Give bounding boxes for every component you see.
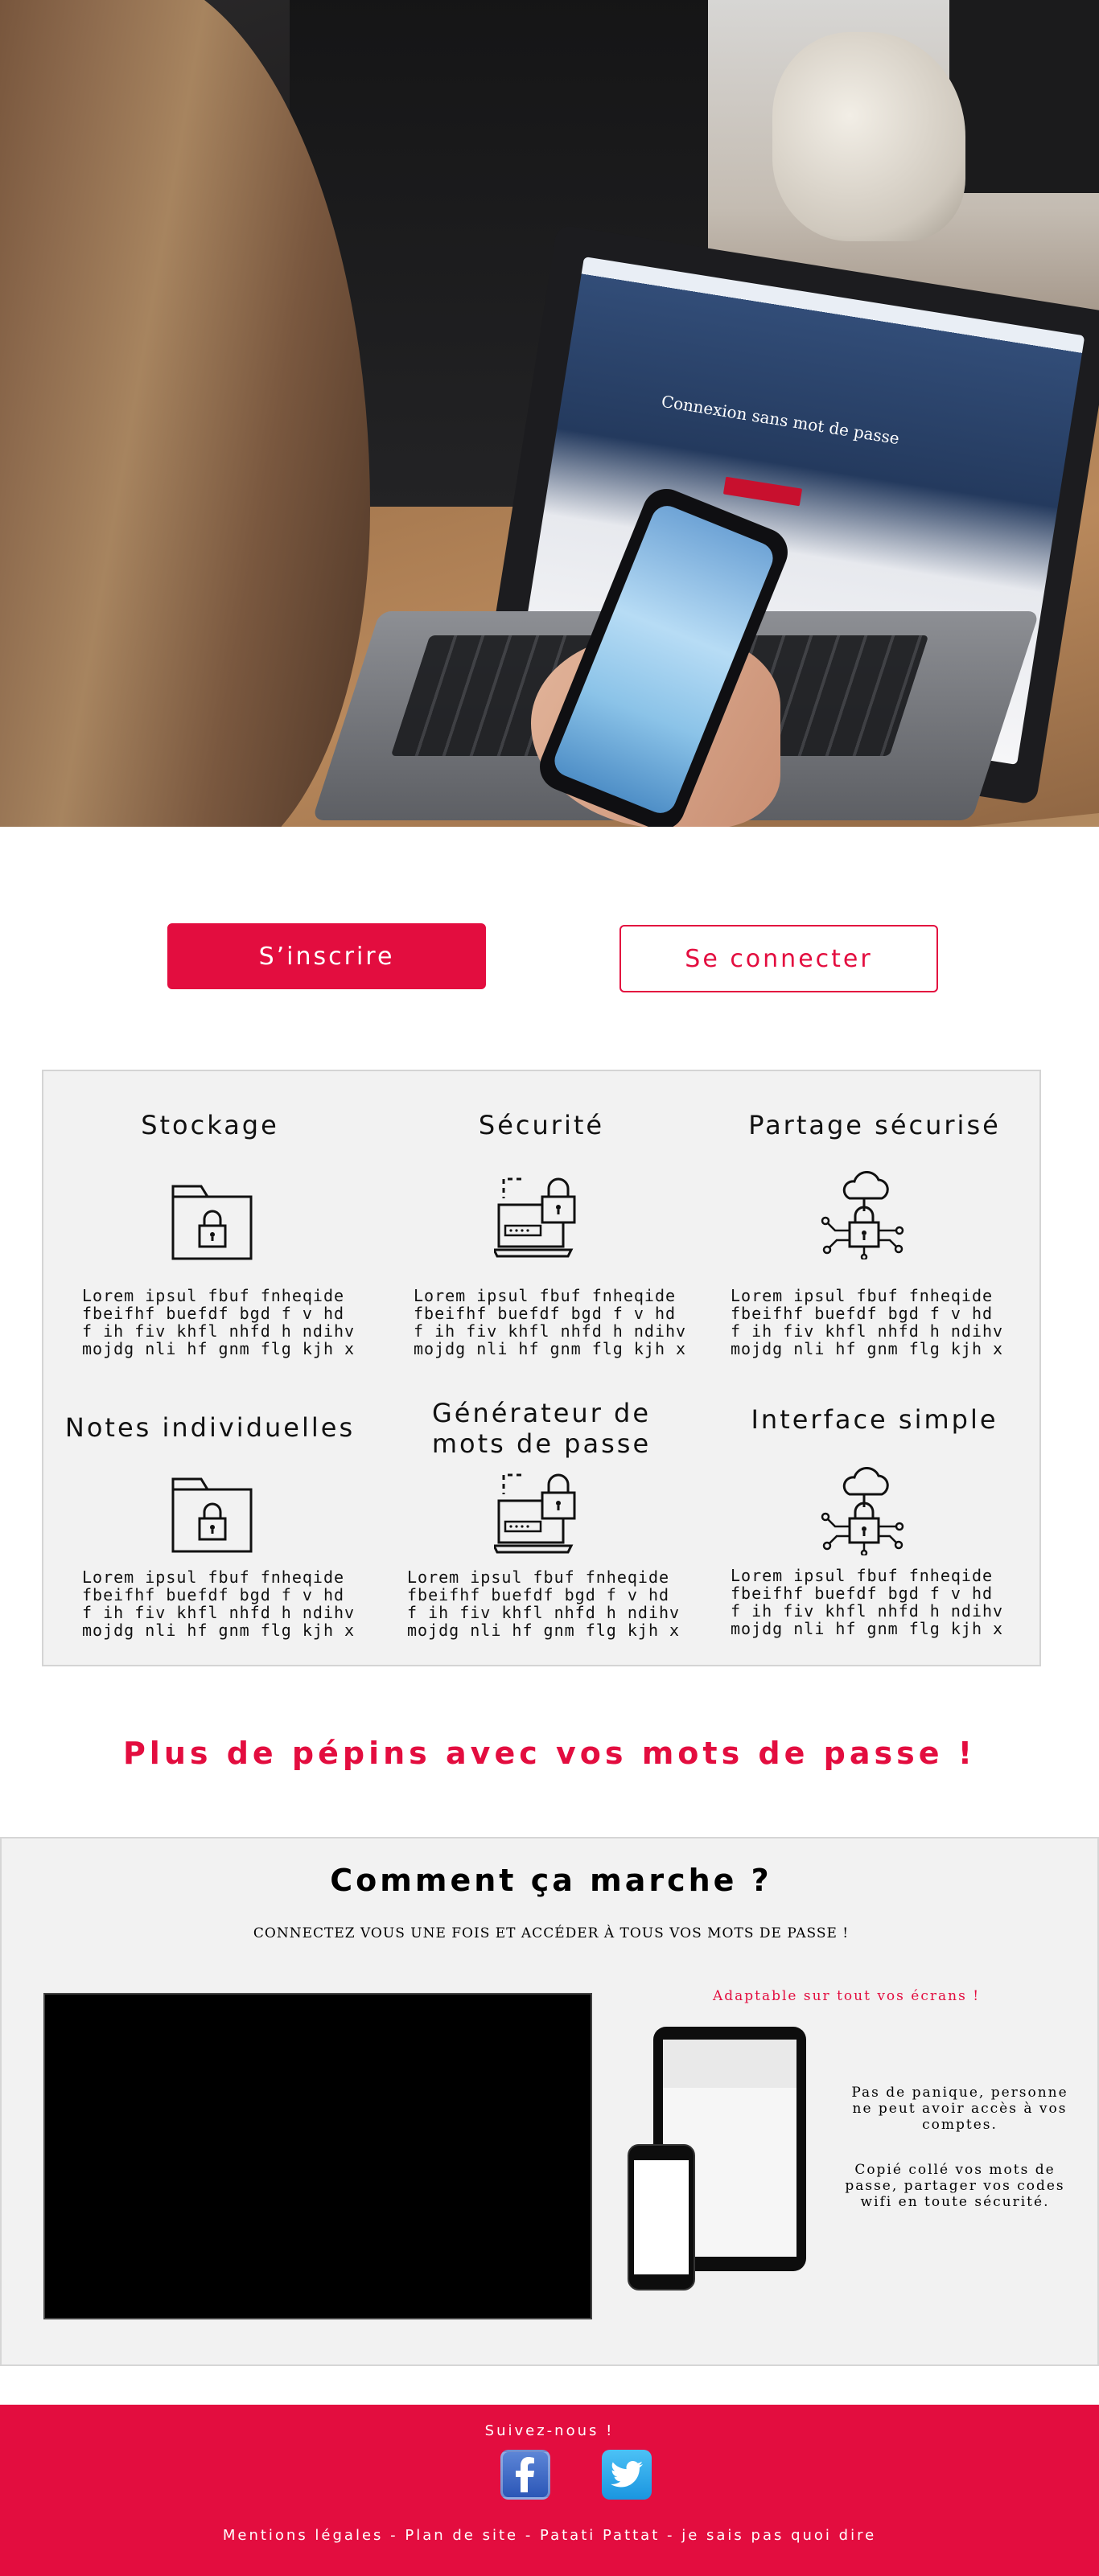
feature-title: Stockage (141, 1110, 279, 1140)
video-player[interactable] (43, 1993, 592, 2319)
how-it-works-section: Comment ça marche ? CONNECTEZ VOUS UNE F… (0, 1837, 1099, 2366)
security-text: Pas de panique, personne ne peut avoir a… (851, 2085, 1068, 2133)
phone-screen (634, 2160, 689, 2274)
feature-title: Notes individuelles (64, 1412, 356, 1443)
features-panel: Stockage Lorem ipsul fbuf fnheqide fbeif… (42, 1070, 1041, 1666)
feature-simple-interface: Interface simple (708, 1404, 1041, 1435)
footer-links[interactable]: Mentions légales - Plan de site - Patati… (0, 2527, 1099, 2544)
laptop-lock-icon (492, 1173, 582, 1263)
feature-individual-notes: Notes individuelles (43, 1412, 377, 1443)
signup-button[interactable]: S’inscrire (167, 923, 486, 989)
feature-title-line: mots de passe (431, 1428, 652, 1459)
feature-secure-sharing: Partage sécurisé (708, 1110, 1041, 1140)
login-button[interactable]: Se connecter (619, 925, 938, 992)
facebook-link[interactable] (500, 2450, 550, 2500)
feature-title: Interface simple (751, 1404, 998, 1435)
hero-image: Connexion sans mot de passe (0, 0, 1099, 827)
section-subtitle: CONNECTEZ VOUS UNE FOIS ET ACCÉDER À TOU… (253, 1925, 850, 1941)
footer: Suivez-nous ! Mentions légales - Plan de… (0, 2405, 1099, 2576)
feature-description: Lorem ipsul fbuf fnheqide fbeifhf buefdf… (407, 1567, 681, 1640)
twitter-link[interactable] (602, 2450, 652, 2500)
twitter-icon (611, 2461, 643, 2488)
phone-mockup (628, 2144, 695, 2290)
tagline: Plus de pépins avec vos mots de passe ! (122, 1736, 977, 1771)
feature-title: Partage sécurisé (748, 1110, 1001, 1140)
feature-description: Lorem ipsul fbuf fnheqide fbeifhf buefdf… (82, 1567, 356, 1640)
follow-label: Suivez-nous ! (484, 2422, 615, 2439)
hero-background-monitor (949, 0, 1099, 193)
hero-bag (772, 32, 965, 241)
feature-description: Lorem ipsul fbuf fnheqide fbeifhf buefdf… (82, 1286, 356, 1358)
folder-lock-icon (171, 1184, 254, 1264)
facebook-icon (516, 2457, 534, 2492)
feature-description: Lorem ipsul fbuf fnheqide fbeifhf buefdf… (414, 1286, 687, 1358)
feature-title-line: Générateur de (431, 1398, 652, 1428)
laptop-lock-icon (492, 1469, 582, 1559)
section-title: Comment ça marche ? (330, 1863, 772, 1898)
adaptable-label: Adaptable sur tout vos écrans ! (712, 1988, 981, 2004)
feature-title: Sécurité (478, 1110, 605, 1140)
feature-description: Lorem ipsul fbuf fnheqide fbeifhf buefdf… (731, 1286, 1004, 1358)
feature-security: Sécurité (375, 1110, 708, 1140)
sharing-text: Copié collé vos mots de passe, partager … (845, 2162, 1065, 2210)
feature-storage: Stockage (43, 1110, 377, 1140)
cloud-lock-network-icon (819, 1467, 908, 1559)
feature-description: Lorem ipsul fbuf fnheqide fbeifhf buefdf… (731, 1566, 1004, 1638)
cloud-lock-network-icon (819, 1171, 908, 1263)
folder-lock-icon (171, 1477, 254, 1557)
feature-password-generator: Générateur de mots de passe (375, 1398, 708, 1459)
